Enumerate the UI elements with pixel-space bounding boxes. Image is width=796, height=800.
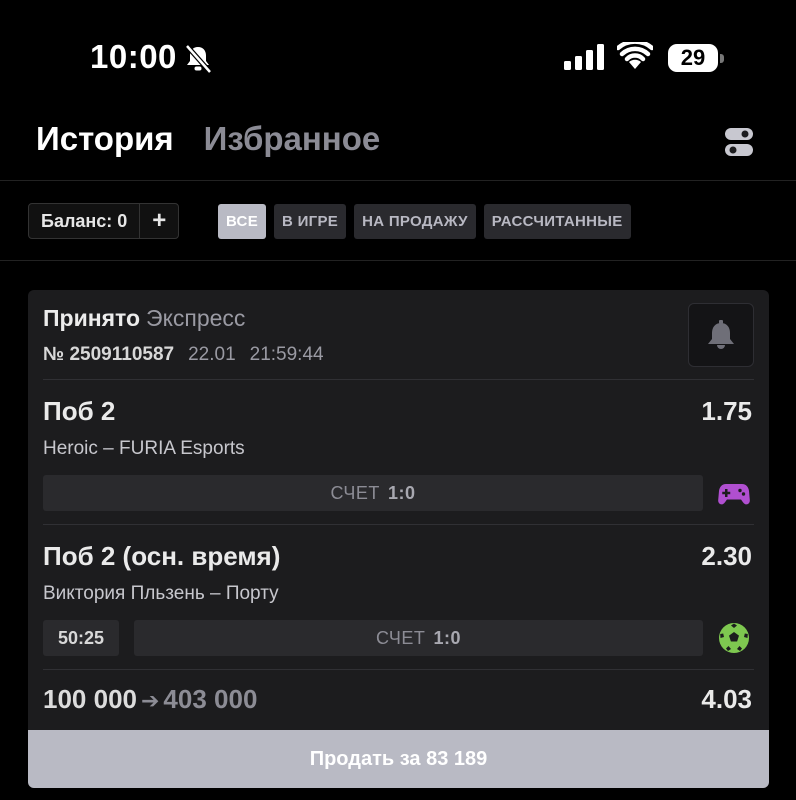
score-bar: СЧЕТ 1:0 — [134, 620, 703, 656]
add-balance-button[interactable]: + — [140, 204, 178, 238]
potential-win: 403 000 — [163, 684, 258, 714]
status-time: 10:00 — [90, 38, 177, 75]
filter-live[interactable]: В ИГРЕ — [274, 204, 347, 239]
bet-status-label: Принято — [43, 305, 141, 331]
score-label: СЧЕТ — [330, 483, 380, 503]
bell-icon — [708, 320, 734, 349]
gamepad-icon — [718, 484, 750, 505]
selection-title: Поб 2 (осн. время) — [43, 541, 281, 571]
balance-label: Баланс: 0 — [29, 204, 141, 238]
bet-date: 22.01 — [188, 344, 236, 365]
bet-card[interactable]: Принято Экспресс № 2509110587 22.01 21:59:4… — [28, 290, 769, 788]
soccer-ball-icon — [719, 623, 749, 653]
cellular-signal-icon — [564, 44, 604, 70]
wifi-icon — [617, 42, 653, 69]
divider — [0, 180, 796, 181]
bet-filters: ВСЕ В ИГРЕ НА ПРОДАЖУ РАССЧИТАННЫЕ — [218, 204, 631, 239]
selection-teams: Виктория Пльзень – Порту — [43, 583, 279, 604]
filter-for-sale[interactable]: НА ПРОДАЖУ — [354, 204, 476, 239]
divider — [43, 524, 754, 525]
selection-teams: Heroic – FURIA Esports — [43, 438, 245, 459]
live-time: 50:25 — [43, 620, 119, 656]
bell-muted-icon — [185, 44, 212, 74]
divider — [43, 379, 754, 380]
divider — [43, 669, 754, 670]
selection-title: Поб 2 — [43, 396, 116, 426]
selection-odds: 2.30 — [701, 541, 752, 571]
tab-favorites[interactable]: Избранное — [204, 120, 381, 158]
filter-settled[interactable]: РАССЧИТАННЫЕ — [483, 204, 631, 239]
notify-button[interactable] — [688, 303, 754, 367]
selection-odds: 1.75 — [701, 396, 752, 426]
filter-all[interactable]: ВСЕ — [218, 204, 266, 239]
balance-box: Баланс: 0 + — [28, 203, 180, 239]
score-label: СЧЕТ — [376, 628, 426, 648]
divider — [0, 260, 796, 261]
battery-level: 29 — [680, 45, 706, 70]
total-odds: 4.03 — [701, 684, 752, 714]
bet-number: № 2509110587 — [43, 344, 175, 365]
stake-amount: 100 000 — [43, 684, 137, 714]
bet-meta: № 2509110587 22.01 21:59:44 — [43, 344, 324, 366]
toggle-settings-icon[interactable] — [724, 126, 754, 158]
score-bar: СЧЕТ 1:0 — [43, 475, 703, 511]
sell-bet-button[interactable]: Продать за 83 189 — [28, 730, 769, 788]
stake-line: 100 000 ➔ 403 000 — [43, 684, 257, 715]
bet-status: Принято Экспресс — [43, 305, 245, 332]
arrow-right-icon: ➔ — [140, 688, 160, 713]
tab-history[interactable]: История — [36, 120, 174, 158]
bet-type: Экспресс — [146, 305, 246, 331]
score-value: 1:0 — [387, 483, 416, 503]
status-bar: 10:00 29 — [0, 0, 796, 110]
history-tabs: История Избранное — [36, 120, 380, 158]
bet-time: 21:59:44 — [249, 344, 324, 365]
battery-indicator: 29 — [668, 44, 726, 72]
score-value: 1:0 — [433, 628, 461, 648]
